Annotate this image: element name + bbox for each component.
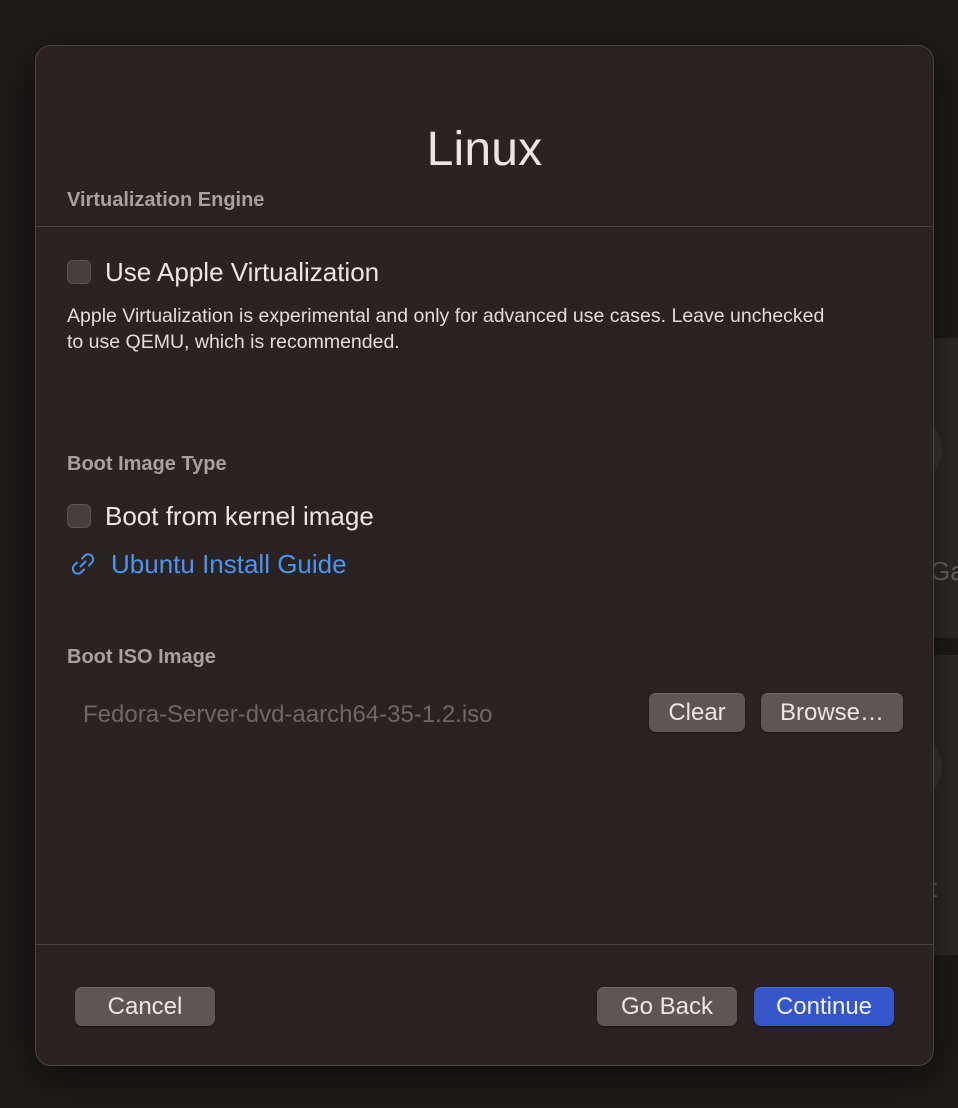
- boot-from-kernel-label[interactable]: Boot from kernel image: [105, 501, 374, 532]
- cancel-button[interactable]: Cancel: [75, 987, 215, 1026]
- virtualization-help-text: Apple Virtualization is experimental and…: [67, 305, 825, 353]
- boot-from-kernel-checkbox[interactable]: [67, 504, 91, 528]
- section-divider: [36, 226, 933, 227]
- go-back-button[interactable]: Go Back: [597, 987, 737, 1026]
- dialog-title: Linux: [426, 123, 543, 176]
- use-apple-virtualization-checkbox[interactable]: [67, 260, 91, 284]
- boot-from-kernel-option[interactable]: Boot from kernel image: [67, 501, 374, 531]
- ubuntu-install-guide-link[interactable]: Ubuntu Install Guide: [67, 549, 347, 579]
- clear-button[interactable]: Clear: [649, 693, 745, 732]
- virtualization-engine-header: Virtualization Engine: [67, 189, 265, 211]
- continue-button[interactable]: Continue: [754, 987, 894, 1026]
- linux-setup-dialog: Linux Virtualization Engine Use Apple Vi…: [35, 45, 934, 1066]
- background-peek-text: Ga: [930, 556, 958, 586]
- use-apple-virtualization-label[interactable]: Use Apple Virtualization: [105, 257, 379, 288]
- boot-iso-image-header: Boot ISO Image: [67, 646, 216, 668]
- boot-image-type-header: Boot Image Type: [67, 453, 227, 475]
- browse-button[interactable]: Browse…: [761, 693, 903, 732]
- link-icon: [67, 548, 99, 580]
- use-apple-virtualization-option[interactable]: Use Apple Virtualization: [67, 257, 379, 287]
- boot-iso-path: Fedora-Server-dvd-aarch64-35-1.2.iso: [83, 701, 493, 728]
- ubuntu-install-guide-label[interactable]: Ubuntu Install Guide: [111, 549, 347, 580]
- footer-divider: [36, 944, 933, 945]
